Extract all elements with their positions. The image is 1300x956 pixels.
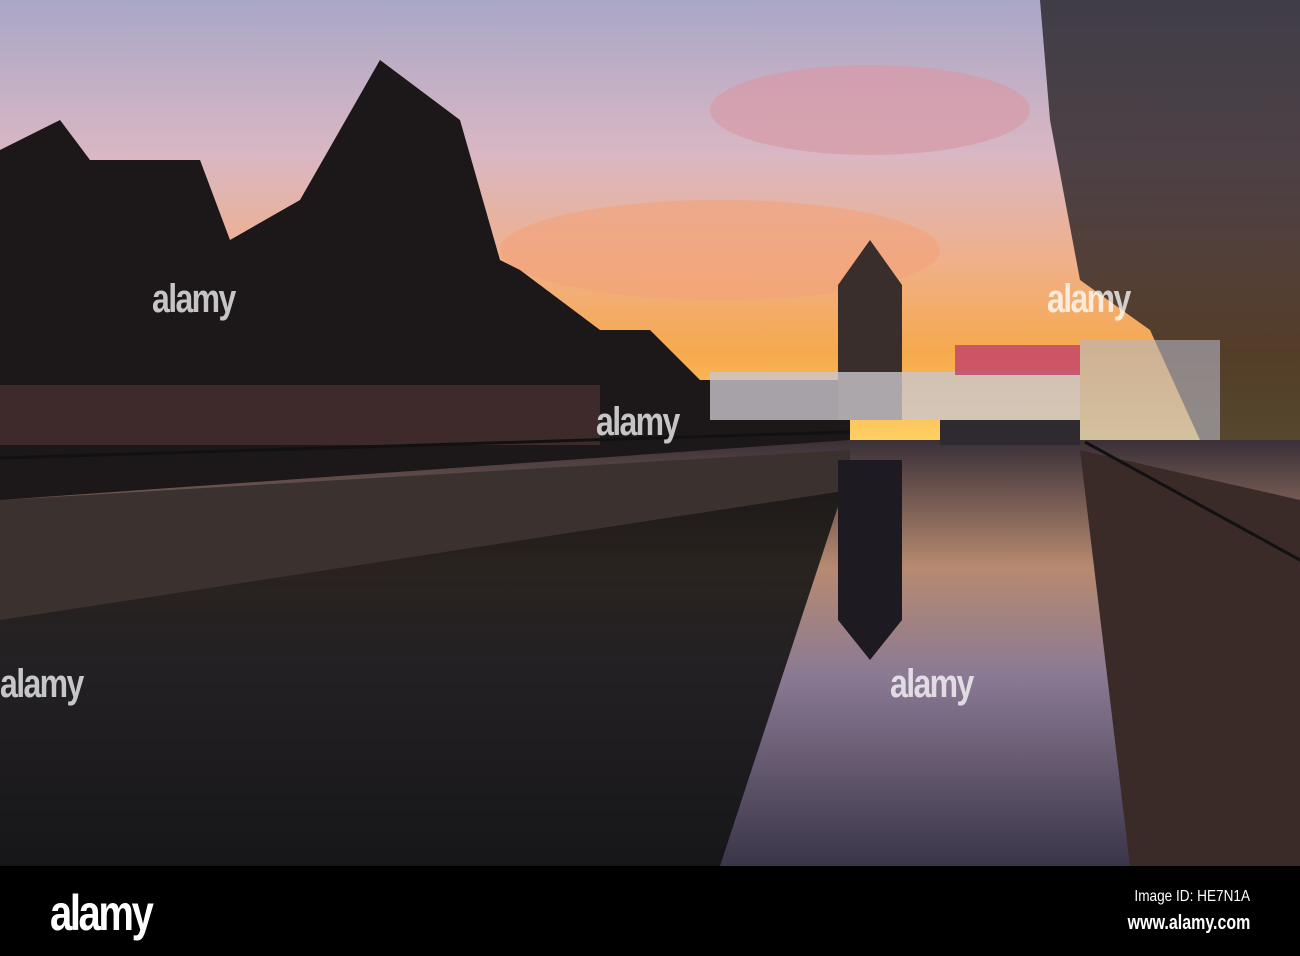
image-id: Image ID: HE7N1A — [1134, 888, 1250, 905]
watermark: alamy — [596, 400, 680, 444]
website-link: www.alamy.com — [1127, 912, 1250, 934]
watermark: alamy — [0, 662, 84, 706]
alamy-logo: alamy — [50, 885, 154, 941]
footer-bar: alamy Image ID: HE7N1A www.alamy.com — [0, 866, 1300, 956]
watermark: alamy — [1047, 277, 1131, 321]
watermark: alamy — [890, 662, 974, 706]
watermark: alamy — [152, 277, 236, 321]
